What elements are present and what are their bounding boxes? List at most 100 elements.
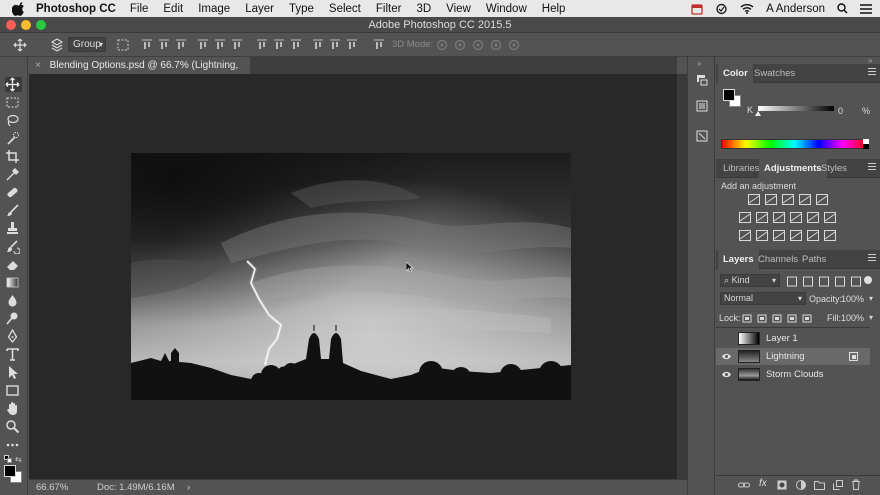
quick-selection-tool-icon[interactable] <box>5 131 22 146</box>
type-tool-icon[interactable] <box>5 347 22 362</box>
chevron-down-icon[interactable]: ▾ <box>869 294 873 303</box>
gradient-tool-icon[interactable] <box>5 275 22 290</box>
shape-filter-icon[interactable] <box>834 276 846 287</box>
panel-menu-icon[interactable] <box>868 68 876 76</box>
adjustment-layer-icon[interactable] <box>796 480 806 490</box>
menu-layer[interactable]: Layer <box>245 3 274 15</box>
menu-image[interactable]: Image <box>198 3 230 15</box>
tab-color[interactable]: Color <box>718 64 753 83</box>
curves-icon[interactable] <box>782 194 794 205</box>
user-name[interactable]: A Anderson <box>766 3 825 15</box>
color-panel-swatches[interactable] <box>723 89 743 109</box>
posterize-icon[interactable] <box>756 230 768 241</box>
align-top-edges-icon[interactable] <box>140 38 154 52</box>
gradient-map-icon[interactable] <box>790 230 802 241</box>
blur-tool-icon[interactable] <box>5 293 22 308</box>
zoom-tool-icon[interactable] <box>5 419 22 434</box>
collapse-dock-icon[interactable]: » <box>697 59 701 68</box>
dodge-tool-icon[interactable] <box>5 311 22 326</box>
menu-view[interactable]: View <box>446 3 471 15</box>
auto-select-icon[interactable] <box>50 38 64 52</box>
default-colors-icon[interactable] <box>4 455 12 463</box>
chevron-down-icon[interactable]: ▾ <box>869 313 873 322</box>
vibrance-icon[interactable] <box>816 194 828 205</box>
history-panel-icon[interactable] <box>695 73 709 87</box>
status-menu-chevron-icon[interactable]: › <box>187 480 190 495</box>
apple-icon[interactable] <box>12 1 26 16</box>
wifi-icon[interactable] <box>740 3 754 14</box>
foreground-color-chip[interactable] <box>723 89 735 101</box>
menu-edit[interactable]: Edit <box>163 3 183 15</box>
sync-icon[interactable] <box>715 3 728 15</box>
menu-file[interactable]: File <box>130 3 149 15</box>
layer-mask-icon[interactable] <box>777 480 787 490</box>
threshold-icon[interactable] <box>773 230 785 241</box>
new-layer-icon[interactable] <box>833 480 843 490</box>
color-lookup-icon[interactable] <box>824 212 836 223</box>
levels-icon[interactable] <box>765 194 777 205</box>
selective-color-icon[interactable] <box>807 230 819 241</box>
swap-colors-icon[interactable]: ⇆ <box>15 455 22 464</box>
menu-help[interactable]: Help <box>542 3 566 15</box>
lock-artboard-icon[interactable] <box>786 313 798 324</box>
black-white-icon[interactable] <box>773 212 785 223</box>
marquee-tool-icon[interactable] <box>5 95 22 110</box>
color-swatches[interactable] <box>4 465 24 483</box>
brush-tool-icon[interactable] <box>5 203 22 218</box>
adjustment-filter-icon[interactable] <box>802 276 814 287</box>
filter-toggle-icon[interactable] <box>864 276 872 284</box>
canvas-image[interactable] <box>131 153 571 400</box>
menu-3d[interactable]: 3D <box>416 3 431 15</box>
lock-transparent-icon[interactable] <box>741 313 753 324</box>
minimize-window-button[interactable] <box>21 20 31 30</box>
lock-all-icon[interactable] <box>801 313 813 324</box>
slider-thumb[interactable] <box>755 111 761 116</box>
link-layers-icon[interactable] <box>738 480 750 490</box>
info-panel-icon[interactable] <box>695 129 709 143</box>
search-icon[interactable] <box>837 3 848 14</box>
blend-mode-dropdown[interactable]: Normal ▾ <box>720 292 806 305</box>
tab-swatches[interactable]: Swatches <box>749 64 800 83</box>
close-window-button[interactable] <box>6 20 16 30</box>
tab-channels[interactable]: Channels <box>753 250 803 269</box>
layer-filter-dropdown[interactable]: ⌕ Kind ▾ <box>720 274 780 287</box>
lock-position-icon[interactable] <box>771 313 783 324</box>
type-filter-icon[interactable] <box>818 276 830 287</box>
close-tab-icon[interactable]: × <box>35 60 41 71</box>
trash-icon[interactable] <box>851 479 861 490</box>
eye-visibility-icon[interactable] <box>722 353 731 360</box>
properties-panel-icon[interactable] <box>695 99 709 113</box>
auto-select-dropdown[interactable]: Group ▾ <box>68 37 106 52</box>
pen-tool-icon[interactable] <box>5 328 22 344</box>
layer-row-storm-clouds[interactable]: Storm Clouds <box>716 366 870 383</box>
distribute-left-icon[interactable] <box>311 38 325 52</box>
solid-color-icon[interactable] <box>824 230 836 241</box>
align-bottom-edges-icon[interactable] <box>174 38 188 52</box>
menu-filter[interactable]: Filter <box>376 3 402 15</box>
menu-type[interactable]: Type <box>289 3 314 15</box>
tab-libraries[interactable]: Libraries <box>718 159 764 178</box>
opacity-value[interactable]: 100% <box>841 294 864 304</box>
crop-tool-icon[interactable] <box>5 149 22 164</box>
document-tab[interactable]: × Blending Options.psd @ 66.7% (Lightnin… <box>29 57 251 88</box>
zoom-window-button[interactable] <box>36 20 46 30</box>
color-balance-icon[interactable] <box>756 212 768 223</box>
more-tools-icon[interactable] <box>5 437 22 452</box>
transform-controls-icon[interactable] <box>116 38 130 52</box>
foreground-color-swatch[interactable] <box>4 465 16 477</box>
vertical-scrollbar[interactable] <box>677 74 687 479</box>
distribute-vcenter-icon[interactable] <box>272 38 286 52</box>
align-right-edges-icon[interactable] <box>230 38 244 52</box>
orbit-3d-icon[interactable] <box>435 38 449 52</box>
eye-visibility-icon[interactable] <box>722 371 731 378</box>
panel-menu-icon[interactable] <box>868 254 876 262</box>
fx-icon[interactable]: fx <box>759 478 767 489</box>
tab-paths[interactable]: Paths <box>797 250 831 269</box>
healing-brush-tool-icon[interactable] <box>5 185 22 200</box>
smart-object-filter-icon[interactable] <box>850 276 862 287</box>
distribute-right-icon[interactable] <box>345 38 359 52</box>
tab-styles[interactable]: Styles <box>816 159 852 178</box>
app-menu[interactable]: Photoshop CC <box>36 3 116 15</box>
panel-menu-icon[interactable] <box>868 163 876 171</box>
slide-3d-icon[interactable] <box>489 38 503 52</box>
